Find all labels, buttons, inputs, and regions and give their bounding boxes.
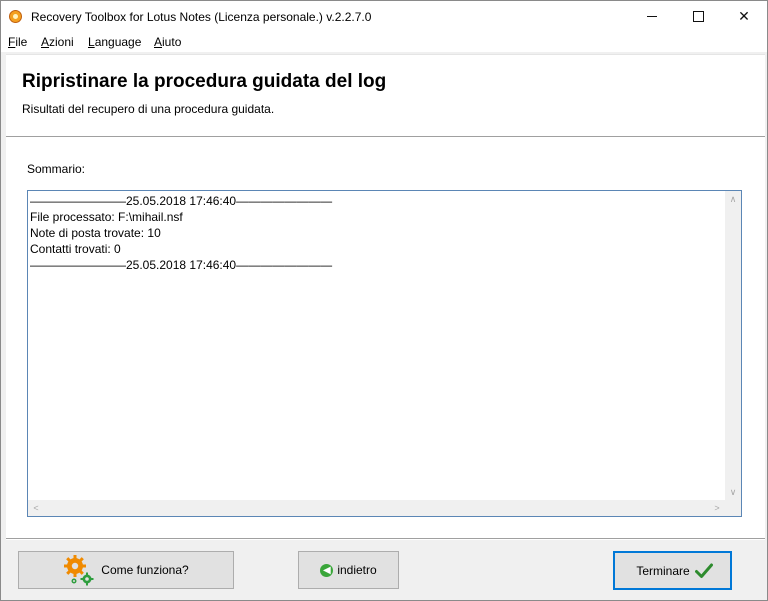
footer-divider-highlight bbox=[6, 539, 765, 540]
log-line: File processato: F:\mihail.nsf bbox=[30, 210, 183, 224]
menu-file-label: ile bbox=[15, 35, 28, 49]
close-icon: ✕ bbox=[738, 8, 750, 24]
maximize-icon bbox=[692, 11, 704, 22]
menu-bar: File Azioni Language Aiuto bbox=[1, 32, 767, 52]
summary-label: Sommario: bbox=[27, 162, 86, 176]
back-arrow-icon: ◀ bbox=[320, 563, 334, 577]
app-icon bbox=[9, 10, 22, 23]
finish-button[interactable]: Terminare bbox=[613, 551, 732, 590]
menu-azioni-accel: A bbox=[41, 35, 50, 49]
maximize-button[interactable] bbox=[675, 1, 721, 32]
log-line: ————————25.05.2018 17:46:40———————— bbox=[30, 194, 333, 208]
menu-language[interactable]: Language bbox=[88, 35, 141, 49]
title-bar[interactable]: Recovery Toolbox for Lotus Notes (Licenz… bbox=[1, 1, 767, 32]
scroll-down-icon[interactable]: ∨ bbox=[725, 484, 741, 500]
how-it-works-button[interactable]: Come funziona? bbox=[18, 551, 234, 589]
horizontal-scrollbar[interactable]: < > bbox=[28, 500, 725, 516]
scroll-up-icon[interactable]: ∧ bbox=[725, 191, 741, 207]
menu-file[interactable]: File bbox=[8, 35, 27, 49]
gears-icon bbox=[64, 555, 94, 586]
back-button[interactable]: ◀ indietro bbox=[298, 551, 399, 589]
window-title: Recovery Toolbox for Lotus Notes (Licenz… bbox=[31, 10, 372, 24]
menu-aiuto[interactable]: Aiuto bbox=[154, 35, 181, 49]
vertical-scrollbar[interactable]: ∧ ∨ bbox=[725, 191, 741, 500]
finish-label: Terminare bbox=[636, 563, 690, 578]
minimize-icon bbox=[647, 16, 657, 17]
menu-language-accel: L bbox=[88, 35, 95, 49]
minimize-button[interactable] bbox=[629, 1, 675, 32]
page-subtitle: Risultati del recupero di una procedura … bbox=[22, 102, 275, 116]
how-it-works-label: Come funziona? bbox=[101, 563, 189, 577]
close-button[interactable]: ✕ bbox=[721, 1, 767, 32]
scroll-right-icon[interactable]: > bbox=[709, 500, 725, 516]
menu-aiuto-label: iuto bbox=[162, 35, 182, 49]
wizard-header: Ripristinare la procedura guidata del lo… bbox=[6, 54, 765, 137]
scrollbar-corner bbox=[725, 500, 741, 516]
menu-aiuto-accel: A bbox=[154, 35, 163, 49]
content-panel: Sommario: ————————25.05.2018 17:46:40———… bbox=[6, 138, 765, 538]
app-window: Recovery Toolbox for Lotus Notes (Licenz… bbox=[0, 0, 768, 601]
log-lines: ————————25.05.2018 17:46:40———————— File… bbox=[30, 193, 332, 273]
scroll-left-icon[interactable]: < bbox=[28, 500, 44, 516]
log-line: ————————25.05.2018 17:46:40———————— bbox=[30, 258, 333, 272]
log-line: Contatti trovati: 0 bbox=[30, 242, 121, 256]
back-label: indietro bbox=[337, 563, 377, 577]
menu-language-label: anguage bbox=[94, 35, 142, 49]
page-title: Ripristinare la procedura guidata del lo… bbox=[22, 71, 387, 92]
log-line: Note di posta trovate: 10 bbox=[30, 226, 161, 240]
menu-azioni-label: zioni bbox=[49, 35, 74, 49]
menu-azioni[interactable]: Azioni bbox=[41, 35, 74, 49]
summary-log[interactable]: ————————25.05.2018 17:46:40———————— File… bbox=[27, 190, 742, 517]
checkmark-icon bbox=[694, 563, 713, 578]
